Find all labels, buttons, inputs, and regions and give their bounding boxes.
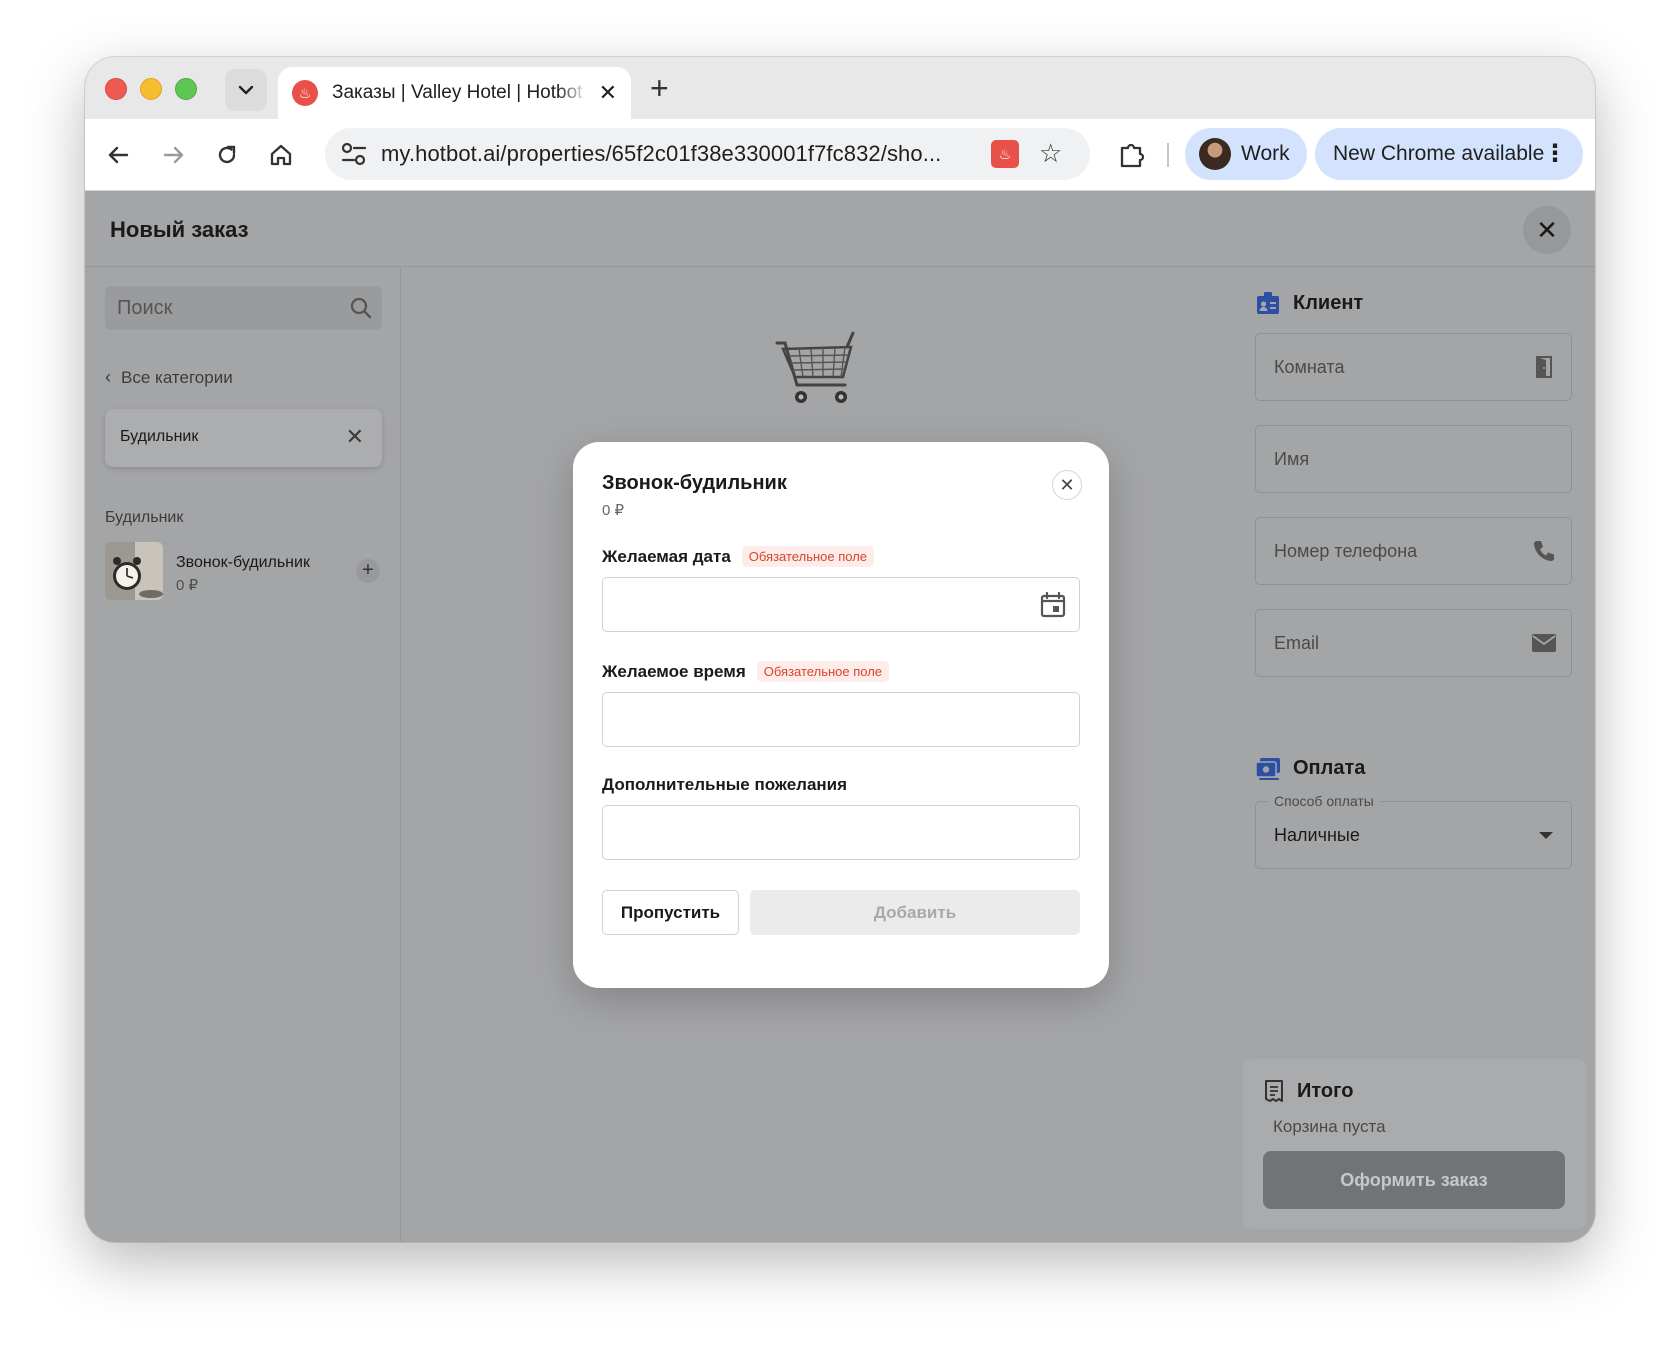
name-placeholder: Имя xyxy=(1274,449,1310,469)
add-item-button[interactable]: + xyxy=(356,559,380,583)
tab-search-button[interactable] xyxy=(225,69,267,111)
date-input[interactable] xyxy=(602,577,1080,632)
category-filter-chip[interactable]: Будильник ✕ xyxy=(105,409,382,467)
profile-button[interactable]: Work xyxy=(1185,128,1307,180)
room-placeholder: Комната xyxy=(1274,357,1345,377)
tab-close-icon[interactable]: ✕ xyxy=(599,80,617,106)
back-arrow-icon[interactable] xyxy=(103,139,135,171)
chevron-left-icon: ‹ xyxy=(105,367,111,387)
tab-bar: ♨ Заказы | Valley Hotel | Hotbot ✕ + xyxy=(85,57,1595,119)
date-label-row: Желаемая дата Обязательное поле xyxy=(602,546,875,567)
door-icon xyxy=(1536,356,1552,378)
dropdown-arrow-icon xyxy=(1539,832,1553,839)
puzzle-icon[interactable] xyxy=(1115,138,1149,172)
all-categories-label: Все категории xyxy=(121,367,233,387)
calendar-icon[interactable] xyxy=(1039,591,1067,619)
chrome-update-button[interactable]: New Chrome available ⋮ xyxy=(1315,128,1583,180)
required-badge: Обязательное поле xyxy=(756,661,890,682)
dialog-close-button[interactable]: ✕ xyxy=(1052,470,1082,500)
notes-label: Дополнительные пожелания xyxy=(602,775,848,794)
extension-icon[interactable]: ♨ xyxy=(991,140,1019,168)
home-icon[interactable] xyxy=(265,139,297,171)
add-button[interactable]: Добавить xyxy=(750,890,1080,935)
alarm-clock-thumbnail xyxy=(105,542,163,600)
client-title: Клиент xyxy=(1293,291,1364,314)
search-icon[interactable] xyxy=(348,295,374,321)
page-title: Новый заказ xyxy=(110,217,249,242)
room-field[interactable]: Комната xyxy=(1255,333,1572,401)
dialog-price: 0 ₽ xyxy=(602,502,625,519)
skip-button[interactable]: Пропустить xyxy=(602,890,739,935)
list-item[interactable]: Звонок-будильник 0 ₽ + xyxy=(105,542,382,602)
required-badge: Обязательное поле xyxy=(741,546,875,567)
profile-name: Work xyxy=(1241,142,1290,165)
empty-cart-icon xyxy=(775,331,855,403)
email-field[interactable]: Email xyxy=(1255,609,1572,677)
id-badge-icon xyxy=(1257,292,1279,314)
client-panel: Клиент Комната Имя Номер телефона Email … xyxy=(1243,267,1595,1242)
search-input[interactable]: Поиск xyxy=(105,286,382,330)
summary-header: Итого xyxy=(1263,1079,1353,1103)
new-tab-button[interactable]: + xyxy=(650,71,669,105)
cart-empty-text: Корзина пуста xyxy=(1273,1117,1386,1136)
page-header: Новый заказ ✕ xyxy=(85,191,1595,267)
payment-icon xyxy=(1255,758,1280,780)
forward-arrow-icon[interactable] xyxy=(157,139,189,171)
more-menu-icon[interactable]: ⋮ xyxy=(1543,138,1567,170)
payment-title: Оплата xyxy=(1293,756,1366,779)
url-text: my.hotbot.ai/properties/65f2c01f38e33000… xyxy=(381,141,942,166)
chevron-down-icon xyxy=(238,85,254,95)
active-tab[interactable]: ♨ Заказы | Valley Hotel | Hotbot ✕ xyxy=(278,67,631,119)
payment-method-label: Способ оплаты xyxy=(1268,793,1380,809)
payment-method-value: Наличные xyxy=(1274,825,1360,845)
order-summary: Итого Корзина пуста Оформить заказ xyxy=(1243,1059,1587,1229)
site-settings-icon[interactable] xyxy=(339,140,369,168)
browser-window: ♨ Заказы | Valley Hotel | Hotbot ✕ + my.… xyxy=(85,57,1595,1242)
phone-placeholder: Номер телефона xyxy=(1274,541,1418,561)
minimize-window-button[interactable] xyxy=(140,78,162,100)
notes-label-row: Дополнительные пожелания xyxy=(602,775,847,795)
search-placeholder: Поиск xyxy=(117,297,173,319)
time-label-row: Желаемое время Обязательное поле xyxy=(602,661,890,682)
toolbar-separator xyxy=(1167,143,1169,167)
client-section-header: Клиент xyxy=(1255,290,1363,316)
phone-field[interactable]: Номер телефона xyxy=(1255,517,1572,585)
dialog-title: Звонок-будильник xyxy=(602,472,787,494)
close-order-button[interactable]: ✕ xyxy=(1523,206,1571,254)
close-window-button[interactable] xyxy=(105,78,127,100)
name-field[interactable]: Имя xyxy=(1255,425,1572,493)
receipt-icon xyxy=(1265,1080,1283,1102)
phone-icon xyxy=(1534,541,1554,561)
browser-toolbar: my.hotbot.ai/properties/65f2c01f38e33000… xyxy=(85,119,1595,191)
time-label: Желаемое время xyxy=(602,661,746,681)
checkout-button[interactable]: Оформить заказ xyxy=(1263,1151,1565,1209)
all-categories-link[interactable]: ‹ Все категории xyxy=(105,367,233,388)
reload-icon[interactable] xyxy=(211,139,243,171)
mail-icon xyxy=(1532,634,1556,652)
date-label: Желаемая дата xyxy=(602,546,731,566)
chip-close-icon[interactable]: ✕ xyxy=(346,424,364,450)
payment-section-header: Оплата xyxy=(1255,755,1365,781)
email-placeholder: Email xyxy=(1274,633,1320,653)
payment-method-select[interactable]: Способ оплаты Наличные xyxy=(1255,793,1572,869)
time-input[interactable] xyxy=(602,692,1080,747)
tab-title: Заказы | Valley Hotel | Hotbot xyxy=(332,82,583,103)
notes-input[interactable] xyxy=(602,805,1080,860)
avatar xyxy=(1199,138,1231,170)
category-heading: Будильник xyxy=(105,509,184,526)
item-name: Звонок-будильник xyxy=(176,554,310,571)
chip-label: Будильник xyxy=(120,428,199,445)
summary-title: Итого xyxy=(1297,1079,1354,1102)
maximize-window-button[interactable] xyxy=(175,78,197,100)
item-price: 0 ₽ xyxy=(176,577,199,594)
update-label: New Chrome available xyxy=(1333,142,1545,165)
hotbot-favicon-icon: ♨ xyxy=(292,80,318,106)
catalog-panel: Поиск ‹ Все категории Будильник ✕ Будиль… xyxy=(85,267,401,1242)
address-bar[interactable]: my.hotbot.ai/properties/65f2c01f38e33000… xyxy=(325,128,1090,180)
star-icon[interactable]: ☆ xyxy=(1039,138,1062,169)
service-options-dialog: Звонок-будильник 0 ₽ ✕ Желаемая дата Обя… xyxy=(573,442,1109,988)
